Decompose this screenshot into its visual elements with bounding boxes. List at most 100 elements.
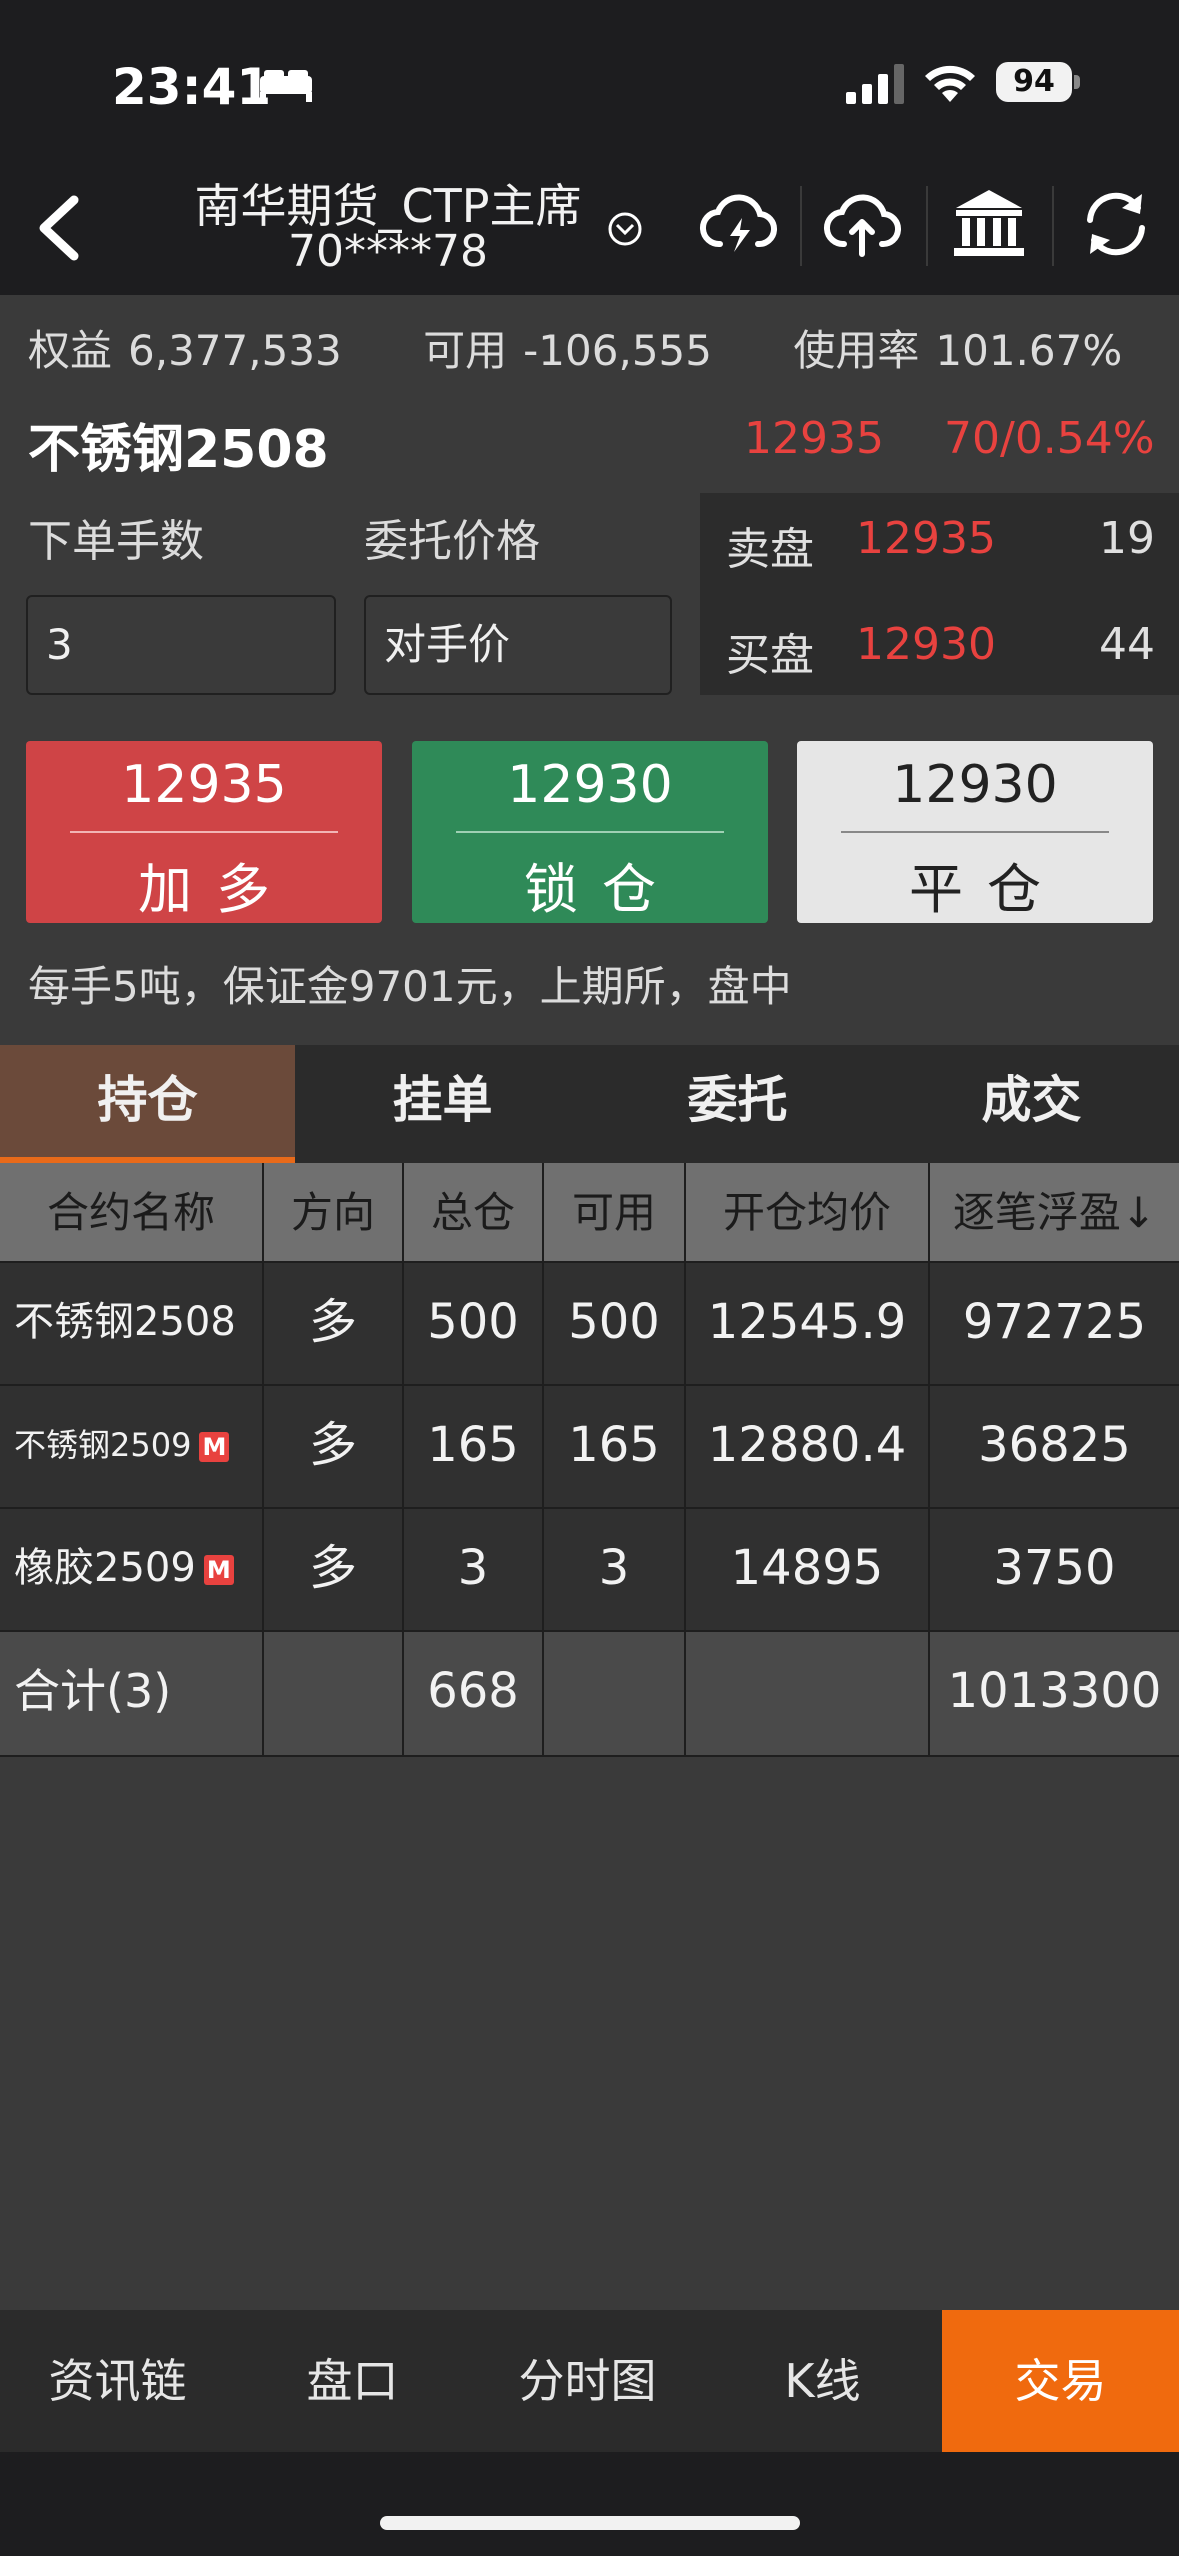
table-header: 合约名称 方向 总仓 可用 开仓均价 逐笔浮盈↓ <box>0 1163 1179 1263</box>
nav-trade[interactable]: 交易 <box>942 2310 1179 2452</box>
cellular-signal-icon <box>846 64 904 104</box>
trade-actions: 12935 加多 12930 锁仓 12930 平仓 每手5吨，保证金9701元… <box>0 695 1179 1045</box>
empty-cell <box>686 1632 930 1755</box>
nav-news-chain[interactable]: 资讯链 <box>0 2310 235 2452</box>
column-header[interactable]: 可用 <box>544 1163 686 1261</box>
contract-cell: 橡胶2509 M <box>0 1509 264 1630</box>
cloud-upload-icon[interactable] <box>822 184 902 264</box>
ask-label: 卖盘 <box>726 524 814 575</box>
account-metrics: 权益 6,377,533 可用 -106,555 使用率 101.67% <box>28 317 1179 378</box>
available-value: -106,555 <box>523 326 712 375</box>
lots-input[interactable]: 3 <box>26 595 336 695</box>
pnl-cell: 36825 <box>978 1417 1131 1473</box>
column-header-sorted[interactable]: 逐笔浮盈↓ <box>930 1163 1179 1261</box>
button-divider <box>841 831 1109 833</box>
nav-k-line[interactable]: K线 <box>705 2310 940 2452</box>
column-header[interactable]: 合约名称 <box>0 1163 264 1261</box>
home-indicator-area <box>0 2452 1179 2556</box>
tab-positions[interactable]: 持仓 <box>0 1045 295 1163</box>
contract-cell-name: 不锈钢2508 <box>14 1299 236 1345</box>
status-time: 23:41 <box>112 58 272 116</box>
contract-last-price: 12935 <box>744 413 884 464</box>
contract-change: 70/0.54% <box>944 413 1155 464</box>
bid-qty: 44 <box>1099 619 1155 670</box>
total-label-cell: 合计(3) <box>0 1632 264 1755</box>
ask-price: 12935 <box>856 513 996 564</box>
lock-price: 12930 <box>507 755 673 815</box>
toolbar-divider <box>800 186 802 266</box>
battery-tip <box>1074 75 1080 89</box>
pnl-cell: 3750 <box>993 1540 1116 1596</box>
contract-cell-name: 橡胶2509 <box>14 1545 196 1591</box>
close-price: 12930 <box>892 755 1058 815</box>
contract-cell-name: 不锈钢2509 <box>14 1426 192 1464</box>
tab-pending-orders[interactable]: 挂单 <box>295 1045 590 1163</box>
bid-price: 12930 <box>856 619 996 670</box>
lock-position-button[interactable]: 12930 锁仓 <box>412 741 768 923</box>
direction-cell: 多 <box>264 1263 404 1384</box>
bottom-nav: 资讯链 盘口 分时图 K线 交易 <box>0 2310 1179 2452</box>
ask-qty: 19 <box>1099 513 1155 564</box>
home-indicator[interactable] <box>380 2516 800 2530</box>
column-header[interactable]: 开仓均价 <box>686 1163 930 1261</box>
empty-cell <box>264 1632 404 1755</box>
buy-long-button[interactable]: 12935 加多 <box>26 741 382 923</box>
table-empty-area <box>0 1757 1179 2310</box>
close-label: 平仓 <box>909 858 1065 921</box>
bank-icon[interactable] <box>950 184 1028 264</box>
chevron-down-circle-icon[interactable] <box>606 210 644 248</box>
button-divider <box>70 831 338 833</box>
close-position-button[interactable]: 12930 平仓 <box>797 741 1153 923</box>
account-summary-panel: 权益 6,377,533 可用 -106,555 使用率 101.67% 不锈钢250… <box>0 295 1179 695</box>
price-type-input[interactable]: 对手价 <box>364 595 672 695</box>
bid-label: 买盘 <box>726 630 814 681</box>
ask-row[interactable]: 卖盘 12935 19 <box>700 513 1179 593</box>
available-cell: 500 <box>544 1263 686 1384</box>
equity-label: 权益 <box>28 326 113 375</box>
tab-trades[interactable]: 成交 <box>884 1045 1179 1163</box>
lots-label: 下单手数 <box>28 516 204 567</box>
table-row[interactable]: 橡胶2509 M 多 3 3 14895 3750 <box>0 1509 1179 1632</box>
nav-intraday-chart[interactable]: 分时图 <box>470 2310 705 2452</box>
bid-row[interactable]: 买盘 12930 44 <box>700 619 1179 699</box>
buy-price: 12935 <box>121 755 287 815</box>
usage-label: 使用率 <box>793 326 920 375</box>
contract-info-note: 每手5吨，保证金9701元，上期所，盘中 <box>28 962 792 1011</box>
direction-cell: 多 <box>264 1386 404 1507</box>
wifi-icon <box>925 65 975 102</box>
total-cell: 165 <box>404 1386 544 1507</box>
status-bar: 23:41 94 <box>0 0 1179 160</box>
direction-cell: 多 <box>264 1509 404 1630</box>
column-header[interactable]: 方向 <box>264 1163 404 1261</box>
tab-orders[interactable]: 委托 <box>590 1045 885 1163</box>
avg-price-cell: 12545.9 <box>686 1263 930 1384</box>
pnl-cell: 972725 <box>962 1294 1147 1350</box>
empty-cell <box>544 1632 686 1755</box>
sleep-bed-icon <box>260 70 312 102</box>
available-label: 可用 <box>423 326 508 375</box>
market-badge: M <box>199 1432 230 1462</box>
price-type-label: 委托价格 <box>364 516 540 567</box>
order-book: 卖盘 12935 19 买盘 12930 44 <box>700 493 1179 695</box>
avg-price-cell: 12880.4 <box>686 1386 930 1507</box>
table-total-row: 合计(3) 668 1013300 <box>0 1632 1179 1757</box>
total-cell: 500 <box>404 1263 544 1384</box>
available-cell: 165 <box>544 1386 686 1507</box>
refresh-icon[interactable] <box>1076 184 1156 264</box>
buy-label: 加多 <box>138 858 294 921</box>
table-row[interactable]: 不锈钢2508 多 500 500 12545.9 972725 <box>0 1263 1179 1386</box>
account-number[interactable]: 70****78 <box>168 226 608 277</box>
column-header[interactable]: 总仓 <box>404 1163 544 1261</box>
nav-order-book[interactable]: 盘口 <box>235 2310 470 2452</box>
button-divider <box>456 831 724 833</box>
market-badge: M <box>203 1555 234 1585</box>
equity-value: 6,377,533 <box>128 326 342 375</box>
lock-label: 锁仓 <box>524 858 680 921</box>
contract-name[interactable]: 不锈钢2508 <box>28 407 329 482</box>
contract-cell: 不锈钢2509 M <box>0 1386 264 1507</box>
back-arrow-icon[interactable] <box>28 188 88 268</box>
usage-value: 101.67% <box>935 326 1123 375</box>
table-row[interactable]: 不锈钢2509 M 多 165 165 12880.4 36825 <box>0 1386 1179 1509</box>
toolbar-divider <box>1052 186 1054 266</box>
cloud-lightning-icon[interactable] <box>698 184 778 264</box>
